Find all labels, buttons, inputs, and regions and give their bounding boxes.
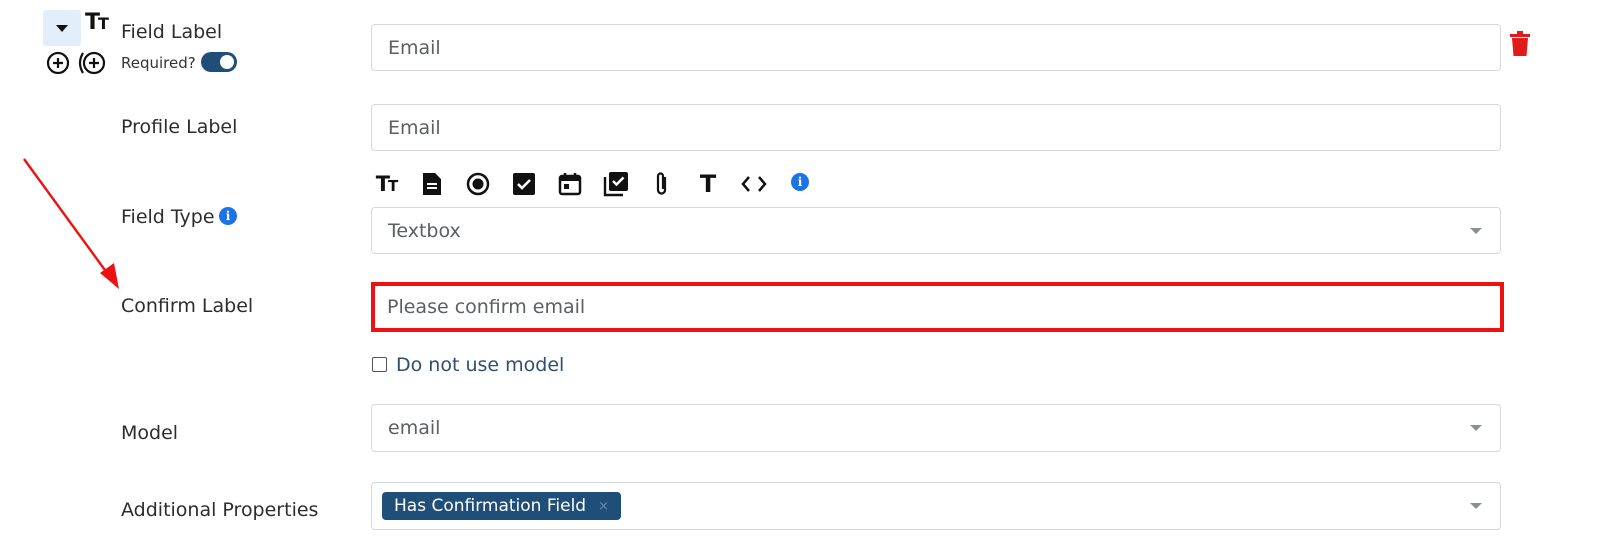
attachment-icon bbox=[656, 172, 667, 195]
type-text-button[interactable]: T bbox=[695, 170, 721, 198]
calendar-icon bbox=[558, 173, 582, 196]
model-select[interactable]: email bbox=[371, 404, 1501, 452]
add-group-button[interactable] bbox=[77, 51, 107, 79]
type-attachment-button[interactable] bbox=[649, 171, 675, 197]
type-date-button[interactable] bbox=[557, 171, 583, 197]
toggle-knob bbox=[220, 55, 234, 69]
field-type-value: Textbox bbox=[388, 219, 461, 242]
delete-button[interactable] bbox=[1509, 31, 1531, 61]
required-label: Required? bbox=[121, 54, 196, 72]
radio-icon bbox=[466, 172, 490, 196]
type-textsize-button[interactable]: TT bbox=[373, 171, 399, 197]
required-toggle[interactable] bbox=[201, 52, 237, 72]
do-not-use-model-checkbox[interactable] bbox=[372, 357, 387, 372]
profile-label-caption: Profile Label bbox=[121, 116, 238, 138]
checkbox-icon bbox=[513, 173, 535, 195]
tag-chip: Has Confirmation Field × bbox=[382, 492, 621, 520]
checklist-icon bbox=[603, 172, 628, 197]
tag-label: Has Confirmation Field bbox=[394, 496, 587, 516]
plus-circle-bracket-icon bbox=[78, 51, 106, 75]
type-checkbox-button[interactable] bbox=[511, 171, 537, 197]
chevron-down-icon bbox=[1470, 227, 1482, 234]
tag-remove-icon[interactable]: × bbox=[598, 499, 609, 514]
confirm-label-input[interactable]: Please confirm email bbox=[375, 286, 1500, 328]
type-checklist-button[interactable] bbox=[603, 171, 629, 197]
caret-down-icon bbox=[56, 24, 68, 32]
type-info-icon[interactable]: i bbox=[791, 173, 809, 191]
confirm-label-caption: Confirm Label bbox=[121, 295, 254, 317]
trash-icon bbox=[1510, 31, 1530, 56]
add-field-button[interactable] bbox=[46, 51, 70, 79]
annotation-arrow bbox=[23, 158, 119, 289]
collapse-button[interactable] bbox=[43, 10, 81, 46]
profile-label-input[interactable]: Email bbox=[371, 104, 1501, 151]
type-document-button[interactable] bbox=[419, 171, 445, 197]
text-icon: T bbox=[699, 170, 717, 198]
model-value: email bbox=[388, 417, 441, 439]
field-type-info-icon[interactable]: i bbox=[219, 207, 237, 225]
text-size-icon: TT bbox=[375, 172, 399, 196]
type-radio-button[interactable] bbox=[465, 171, 491, 197]
type-code-button[interactable] bbox=[741, 171, 767, 197]
additional-properties-caption: Additional Properties bbox=[121, 499, 319, 521]
do-not-use-model-label[interactable]: Do not use model bbox=[396, 354, 564, 376]
plus-circle-icon bbox=[46, 51, 70, 75]
field-type-select[interactable]: Textbox bbox=[371, 207, 1501, 254]
field-label-input[interactable]: Email bbox=[371, 24, 1501, 71]
chevron-down-icon bbox=[1470, 503, 1482, 509]
code-icon bbox=[741, 176, 767, 192]
chevron-down-icon bbox=[1470, 425, 1482, 431]
field-label-caption: Field Label bbox=[121, 21, 223, 43]
document-icon bbox=[423, 173, 441, 195]
field-type-caption: Field Type bbox=[121, 206, 215, 228]
model-caption: Model bbox=[121, 422, 179, 444]
text-size-icon: TT bbox=[85, 10, 109, 35]
